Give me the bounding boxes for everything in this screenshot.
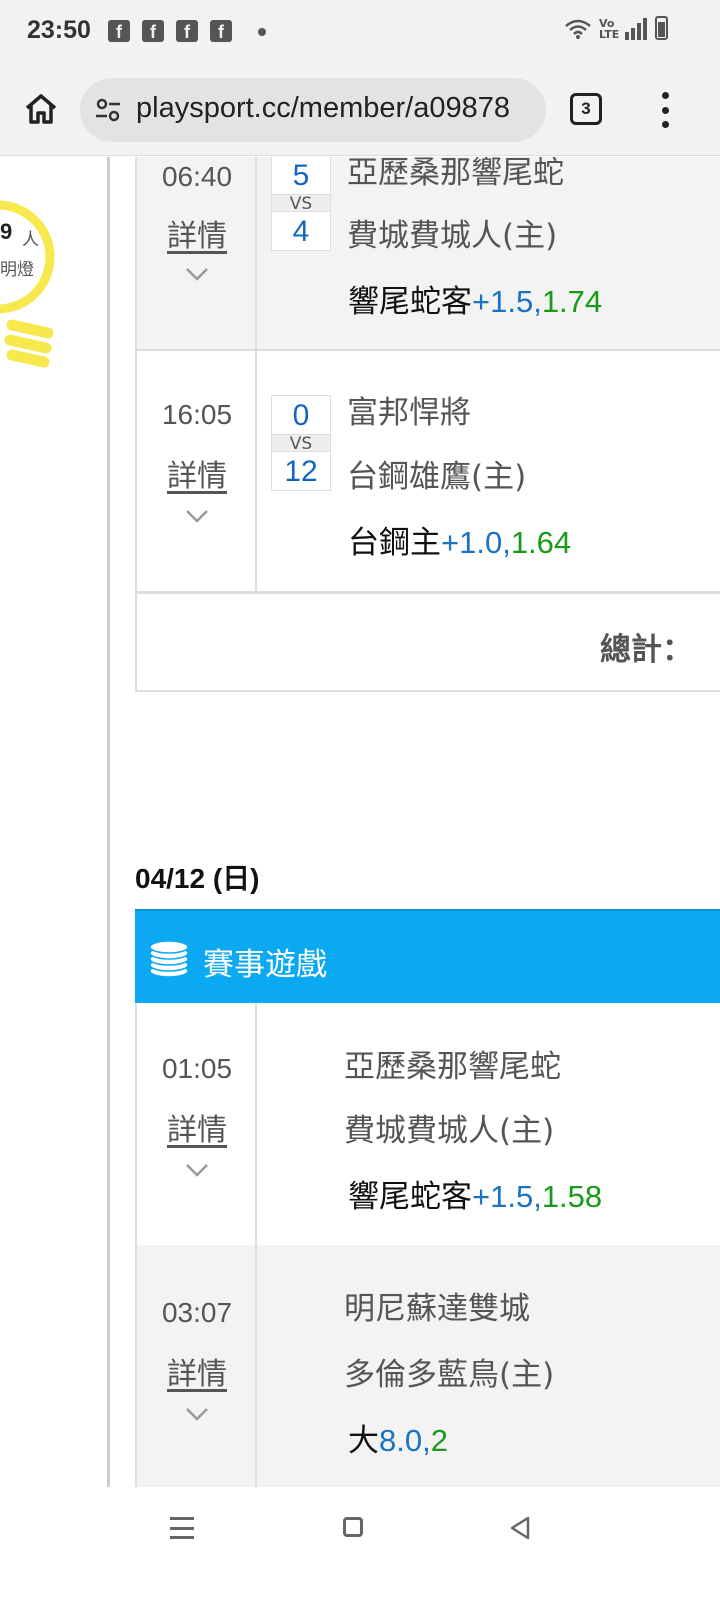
game-row: 01:05 詳情 亞歷桑那響尾蛇 費城費城人(主) 響尾蛇客+1.5,1.58 [135,1003,720,1247]
time-column: 03:07 詳情 [137,1245,257,1487]
chevron-down-icon[interactable] [185,1407,209,1421]
game-row: 03:07 詳情 明尼蘇達雙城 多倫多藍鳥(主) 大8.0,2 [135,1245,720,1487]
home-team: 費城費城人(主) [344,1113,555,1149]
score-box: 5 VS 4 [271,157,331,251]
battery-icon [655,16,668,40]
game-detail: 亞歷桑那響尾蛇 費城費城人(主) 響尾蛇客+1.5,1.58 [257,1003,720,1245]
time-column: 16:05 詳情 [137,351,257,591]
pick-label: 大 [348,1423,379,1459]
pick: 響尾蛇客+1.5,1.58 [348,1171,602,1216]
home-nav-icon[interactable] [343,1517,363,1537]
detail-link[interactable]: 詳情 [137,1105,257,1149]
chevron-down-icon[interactable] [185,267,209,281]
game-row: 16:05 詳情 0 VS 12 富邦悍將 台鋼雄鷹(主) 台鋼主+1.0,1.… [135,351,720,593]
home-score: 12 [284,455,318,488]
wifi-icon [565,19,591,39]
more-vert-icon[interactable] [656,92,674,128]
game-detail: 5 VS 4 亞歷桑那響尾蛇 費城費城人(主) 響尾蛇客+1.5,1.74 [257,157,720,349]
notification-icons: f f f f [108,20,232,42]
status-bar: 23:50 f f f f Vo LTE [0,0,720,66]
coins-icon [149,940,189,978]
main-content: 06:40 詳情 5 VS 4 亞歷桑那響尾蛇 費城費城人(主) 響尾蛇客+1.… [135,157,720,1487]
game-time: 03:07 [161,1297,233,1328]
pick: 大8.0,2 [348,1415,448,1460]
volte-text-bottom: LTE [599,28,620,41]
detail-link[interactable]: 詳情 [137,211,257,255]
game-detail: 0 VS 12 富邦悍將 台鋼雄鷹(主) 台鋼主+1.0,1.64 [257,351,720,591]
home-team: 台鋼雄鷹(主) [347,459,527,495]
pick-label: 台鋼主 [348,525,441,561]
away-score: 0 [292,399,310,432]
facebook-icon: f [108,20,130,42]
recent-apps-icon[interactable] [170,1517,194,1539]
lamp-label: 明燈 [0,260,34,280]
system-nav-bar [0,1487,720,1600]
home-team: 費城費城人(主) [347,218,558,254]
away-team: 亞歷桑那響尾蛇 [347,157,564,191]
total-row: 總計： [135,592,720,692]
pick-odds: 1.58 [541,1179,603,1214]
pick-label: 響尾蛇客 [348,1179,472,1215]
time-column: 01:05 詳情 [137,1003,257,1245]
pick-line: +1.0, [441,525,511,560]
vs-label: VS [272,434,330,453]
pick: 台鋼主+1.0,1.64 [348,517,571,562]
pick-odds: 1.74 [541,284,603,319]
facebook-icon: f [210,20,232,42]
game-time: 01:05 [161,1053,233,1084]
away-team: 明尼蘇達雙城 [344,1291,530,1327]
pick: 響尾蛇客+1.5,1.74 [348,276,602,321]
volte-icon: Vo LTE [599,18,620,41]
url-text[interactable]: playsport.cc/member/a09878 [136,92,510,125]
game-row: 06:40 詳情 5 VS 4 亞歷桑那響尾蛇 費城費城人(主) 響尾蛇客+1.… [135,157,720,351]
pick-label: 響尾蛇客 [348,284,472,320]
game-section-header[interactable]: 賽事遊戲 [135,909,720,1003]
sidebar: 9 人 明燈 [0,157,110,1487]
score-box: 0 VS 12 [271,395,331,491]
chevron-down-icon[interactable] [185,1163,209,1177]
away-team: 富邦悍將 [347,395,471,431]
status-time: 23:50 [27,16,91,44]
site-settings-icon[interactable] [94,96,122,124]
dot-icon [258,28,266,36]
away-score: 5 [292,159,310,192]
lamp-count: 9 [0,219,13,244]
lamp-count-unit: 人 [22,230,39,250]
pick-line: 8.0, [379,1423,431,1458]
home-icon[interactable] [22,90,60,128]
date-header: 04/12 (日) [135,863,260,894]
address-bar[interactable]: playsport.cc/member/a09878 [80,78,546,142]
back-icon[interactable] [508,1515,532,1541]
browser-toolbar: playsport.cc/member/a09878 3 [0,66,720,156]
home-score: 4 [292,215,310,248]
pick-odds: 1.64 [510,525,572,560]
facebook-icon: f [142,20,164,42]
home-team: 多倫多藍鳥(主) [344,1357,555,1393]
detail-link[interactable]: 詳情 [137,1349,257,1393]
status-right: Vo LTE [565,16,668,40]
pick-line: +1.5, [472,1179,542,1214]
chevron-down-icon[interactable] [185,509,209,523]
game-detail: 明尼蘇達雙城 多倫多藍鳥(主) 大8.0,2 [257,1245,720,1487]
pick-odds: 2 [430,1423,448,1458]
vs-label: VS [272,194,330,213]
pick-line: +1.5, [472,284,542,319]
tab-switcher-button[interactable]: 3 [570,93,602,125]
time-column: 06:40 詳情 [137,157,257,349]
game-time: 16:05 [161,399,233,430]
facebook-icon: f [176,20,198,42]
game-section-title: 賽事遊戲 [203,947,327,983]
detail-link[interactable]: 詳情 [137,451,257,495]
total-label: 總計： [600,632,693,668]
away-team: 亞歷桑那響尾蛇 [344,1049,561,1085]
signal-icon [625,18,647,40]
game-time: 06:40 [161,161,233,192]
